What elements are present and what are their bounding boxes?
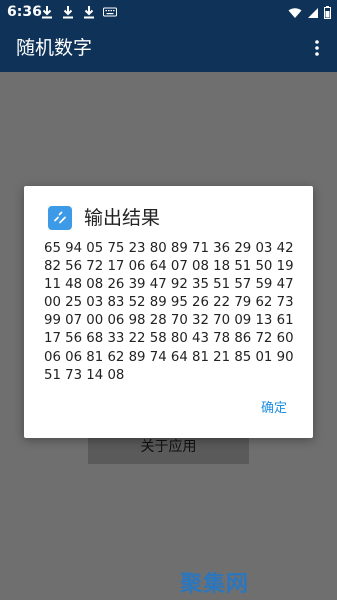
wifi-icon (288, 4, 302, 23)
ok-button[interactable]: 确定 (261, 400, 287, 418)
keyboard-icon (103, 4, 117, 20)
shuffle-icon (48, 206, 72, 230)
status-notification-icons (40, 4, 117, 20)
dialog-title: 输出结果 (84, 207, 161, 229)
status-system-icons (288, 4, 331, 23)
status-time: 6:36 (7, 4, 42, 20)
app-title: 随机数字 (16, 37, 93, 59)
download-icon (61, 4, 75, 20)
watermark-logo: 聚集网 (180, 572, 250, 597)
download-icon (40, 4, 54, 20)
battery-icon (324, 4, 331, 23)
app-bar: 随机数字 (0, 24, 337, 72)
download-icon (82, 4, 96, 20)
dialog-message: 65 94 05 75 23 80 89 71 36 29 03 42 82 5… (44, 241, 294, 383)
signal-icon (307, 4, 319, 23)
status-bar: 6:36 (0, 0, 337, 24)
more-vert-icon[interactable] (309, 38, 325, 58)
result-dialog: 输出结果 65 94 05 75 23 80 89 71 36 29 03 42… (24, 186, 313, 438)
